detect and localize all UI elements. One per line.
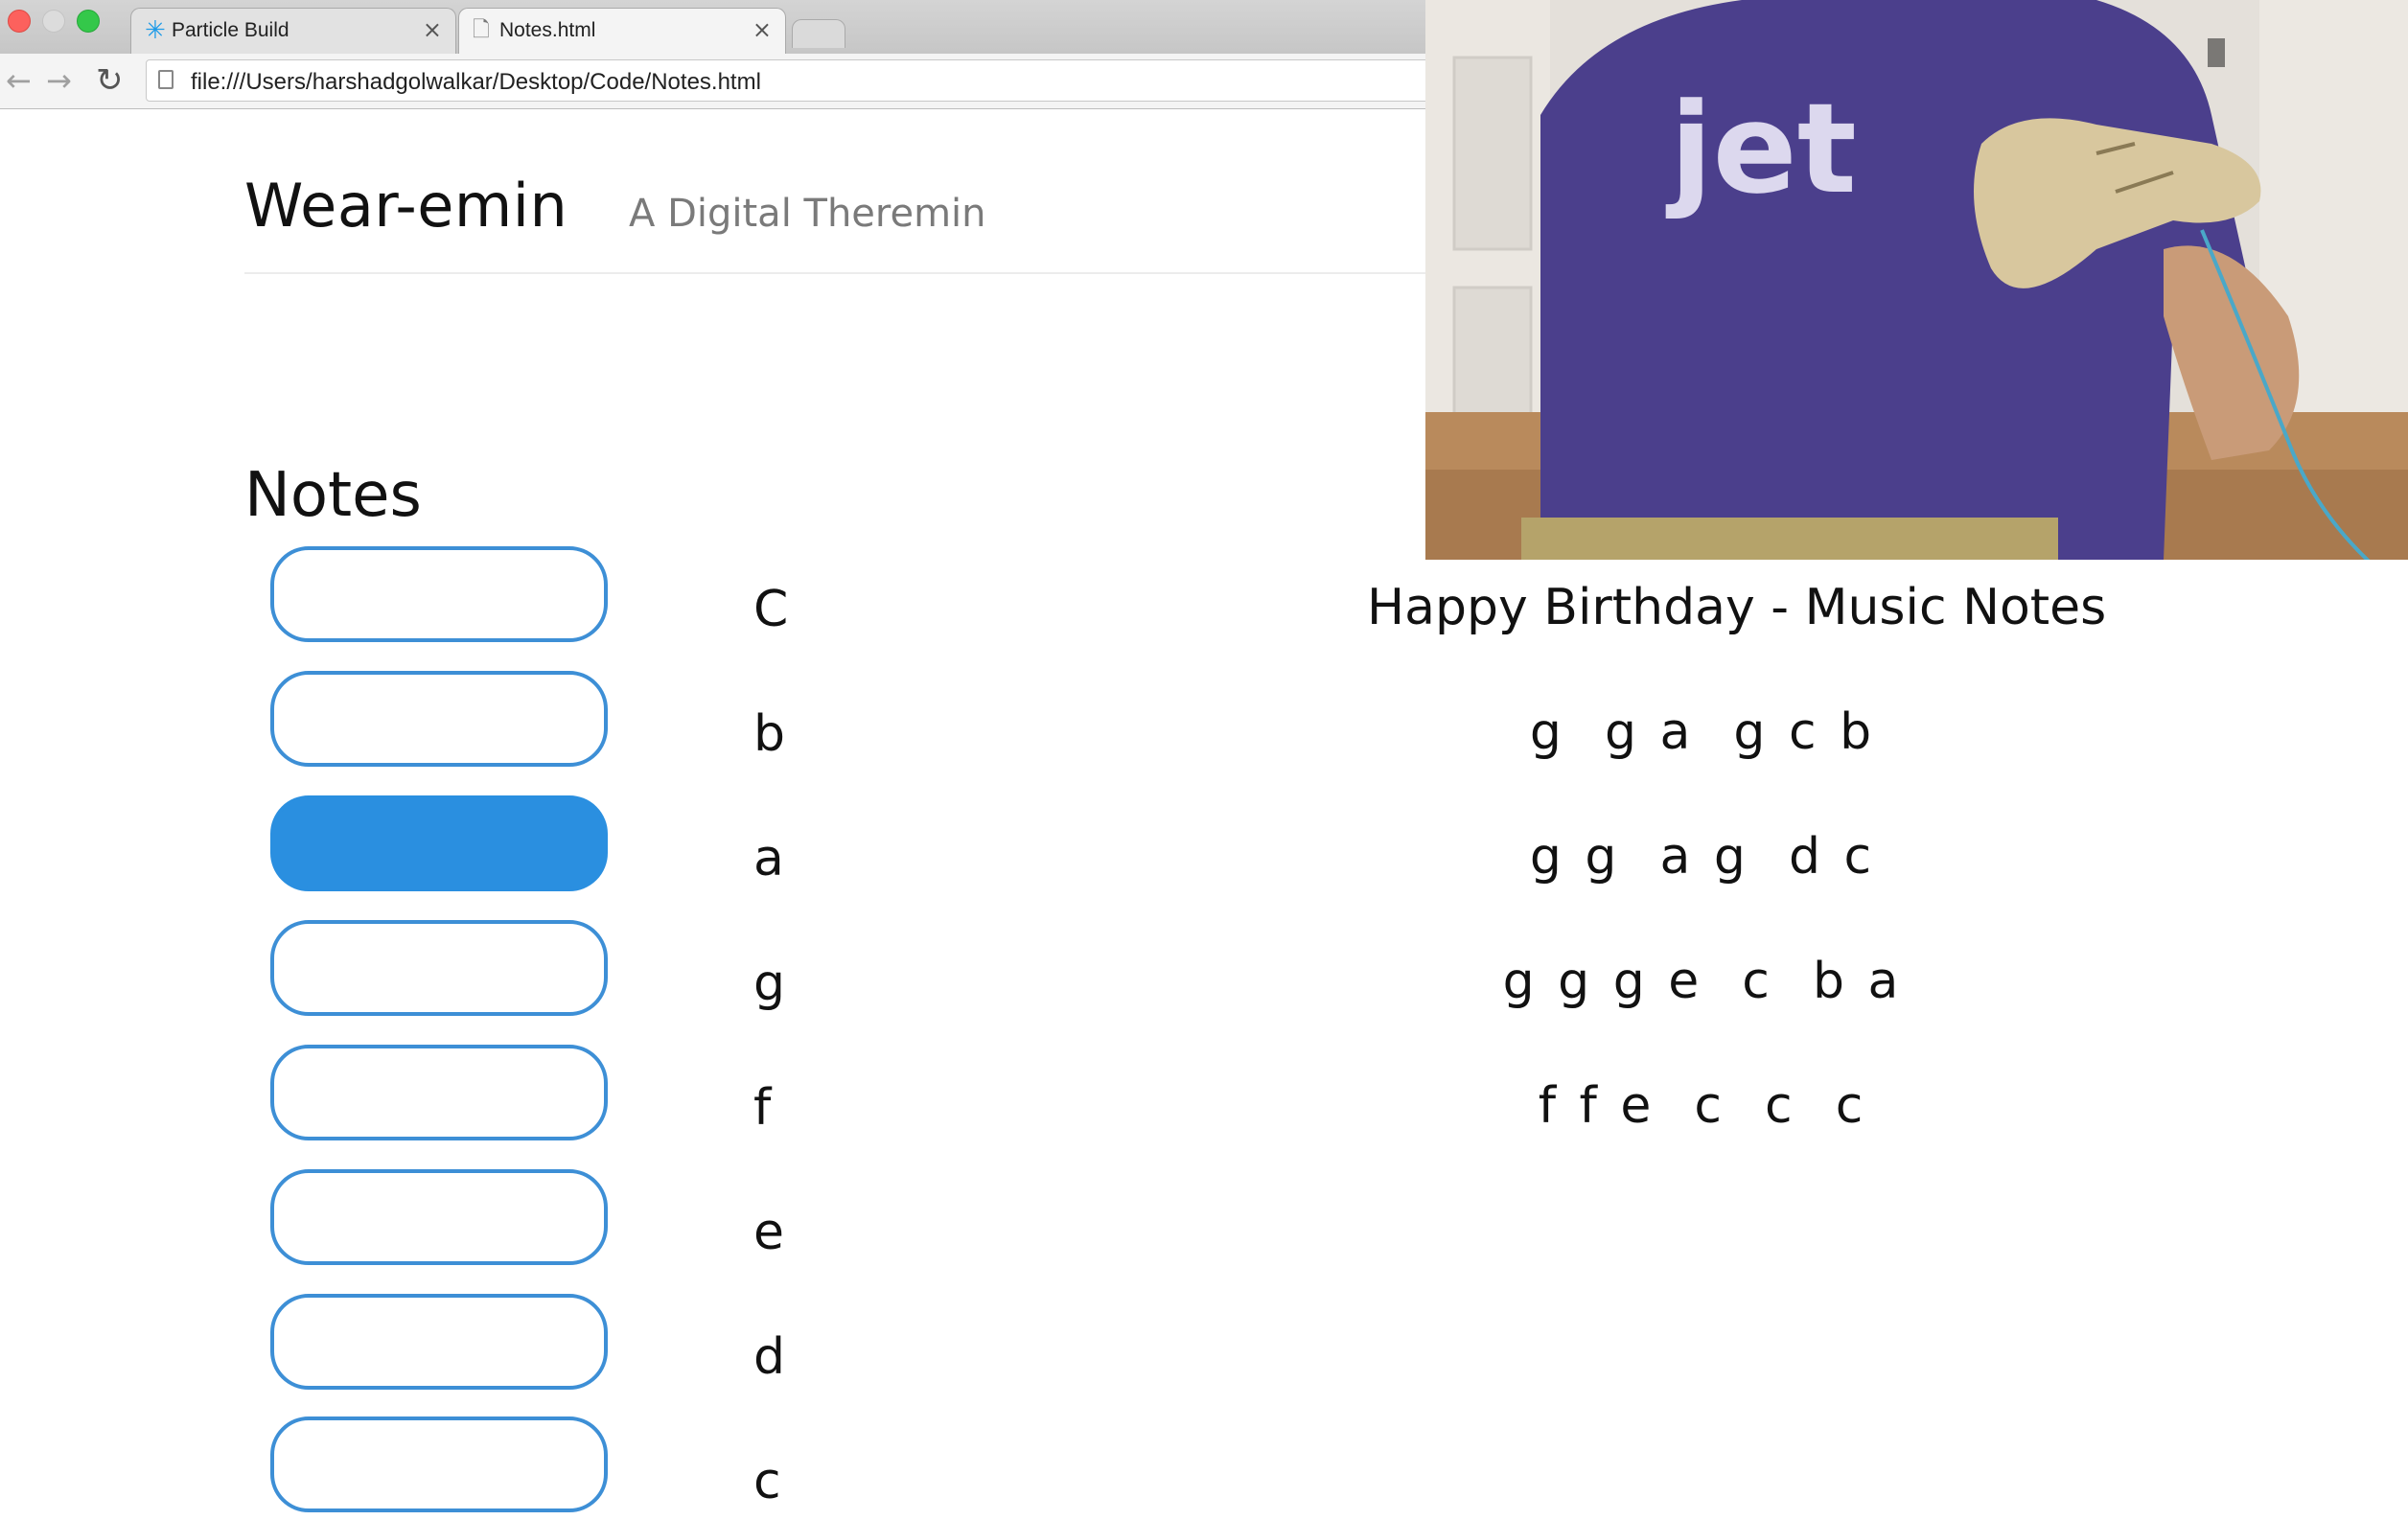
header-divider (244, 272, 1586, 274)
note-button-a[interactable] (270, 795, 608, 891)
note-button-C[interactable] (270, 546, 608, 642)
tab-particle-build[interactable]: ✳ Particle Build × (130, 8, 456, 54)
tab-notes-html[interactable]: 🗋 Notes.html × (458, 8, 786, 54)
shirt-logo: jet (1665, 76, 1857, 221)
note-label: g (753, 955, 786, 1012)
webcam-video: jet (1425, 0, 2408, 560)
reload-icon[interactable]: ↻ (96, 61, 124, 100)
song-line: g g a g c b (1529, 703, 1876, 761)
forward-arrow-icon[interactable]: → (46, 61, 72, 100)
maximize-window-button[interactable] (77, 10, 100, 33)
note-button-f[interactable] (270, 1045, 608, 1140)
webcam-scene: jet (1425, 0, 2408, 560)
minimize-window-button[interactable] (42, 10, 65, 33)
note-label: a (753, 830, 784, 887)
note-button-d[interactable] (270, 1294, 608, 1390)
song-title: Happy Birthday - Music Notes (1367, 579, 2107, 636)
song-line: f f e c c c (1538, 1077, 1867, 1135)
note-button-c[interactable] (270, 1416, 608, 1512)
tab-title: Particle Build (172, 19, 289, 41)
particle-star-icon: ✳ (145, 16, 166, 45)
note-label: C (753, 581, 789, 638)
song-line: g g a g d c (1529, 828, 1876, 886)
close-window-button[interactable] (8, 10, 31, 33)
address-url[interactable]: file:///Users/harshadgolwalkar/Desktop/C… (191, 69, 761, 96)
site-subtitle: A Digital Theremin (629, 192, 986, 236)
note-label: f (753, 1079, 772, 1137)
note-label: c (753, 1453, 781, 1510)
tab-title: Notes.html (499, 19, 596, 41)
page-icon: 🗋 (473, 18, 490, 42)
note-label: b (753, 705, 786, 763)
song-line: g g g e c b a (1502, 953, 1903, 1010)
close-icon[interactable]: × (752, 16, 772, 43)
note-button-e[interactable] (270, 1169, 608, 1265)
site-title: Wear-emin (244, 171, 568, 241)
notes-heading: Notes (244, 460, 422, 531)
page-icon (158, 70, 174, 89)
back-arrow-icon[interactable]: ← (6, 61, 32, 100)
note-button-g[interactable] (270, 920, 608, 1016)
note-label: e (753, 1204, 784, 1261)
new-tab-button[interactable] (792, 19, 845, 48)
note-label: d (753, 1328, 786, 1386)
note-button-b[interactable] (270, 671, 608, 767)
close-icon[interactable]: × (423, 16, 442, 43)
